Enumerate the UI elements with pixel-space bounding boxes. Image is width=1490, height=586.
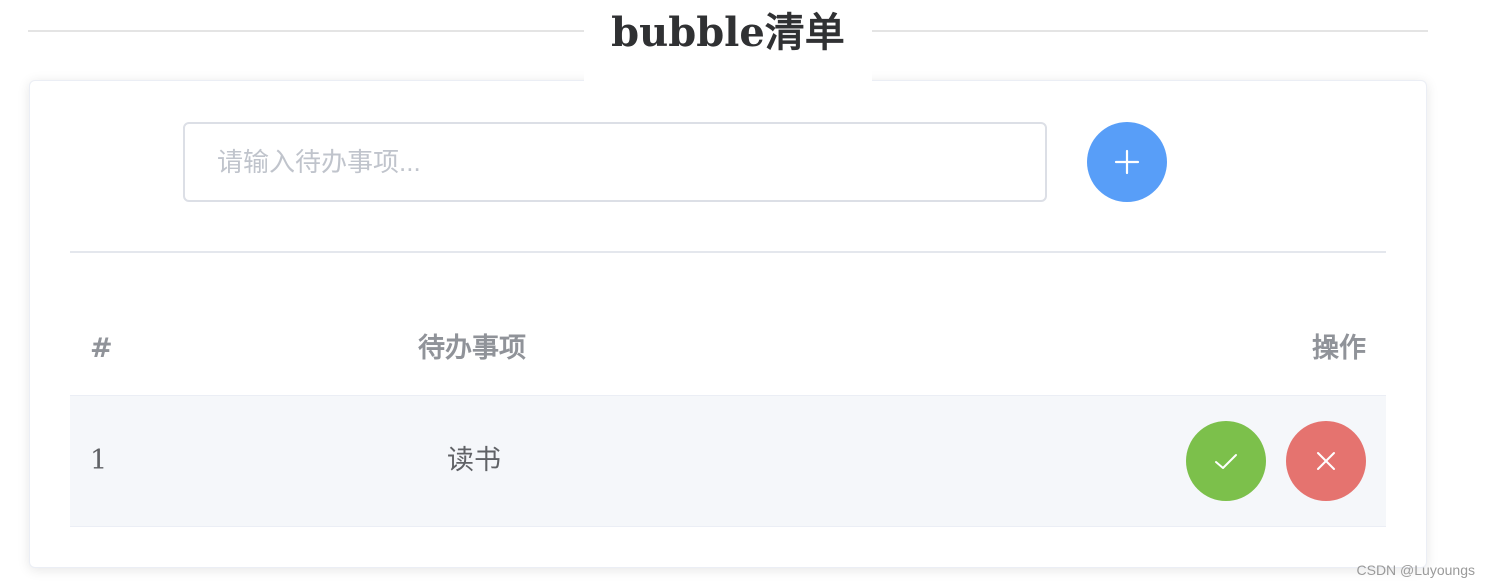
todo-input-wrapper <box>183 122 1047 202</box>
header-item: 待办事项 <box>418 333 526 364</box>
header-index: # <box>90 333 113 364</box>
delete-button[interactable] <box>1286 421 1366 501</box>
table-header: # 待办事项 操作 <box>70 303 1386 396</box>
page-title: bubble清单 <box>611 9 845 56</box>
title-container: bubble清单 <box>584 0 872 84</box>
page: bubble清单 # 待办事项 操作 1 读书 <box>0 0 1490 586</box>
close-icon <box>1317 452 1335 470</box>
todo-card: # 待办事项 操作 1 读书 <box>29 80 1427 568</box>
table-row: 1 读书 <box>70 396 1386 527</box>
row-item: 读书 <box>447 445 501 476</box>
add-button[interactable] <box>1087 122 1167 202</box>
section-divider <box>70 251 1386 253</box>
watermark: CSDN @Luyoungs <box>1356 562 1476 578</box>
header-actions: 操作 <box>1312 333 1366 364</box>
plus-icon <box>1114 149 1140 175</box>
complete-button[interactable] <box>1186 421 1266 501</box>
row-index: 1 <box>90 445 108 476</box>
check-icon <box>1215 454 1237 469</box>
todo-input[interactable] <box>185 124 1045 200</box>
